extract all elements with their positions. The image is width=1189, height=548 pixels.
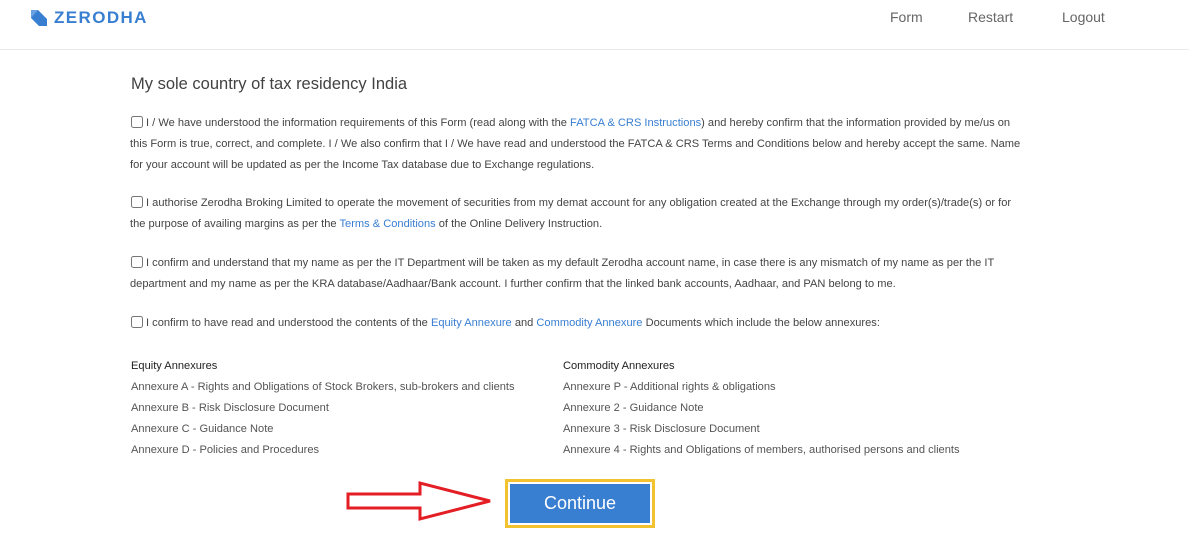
nav-logout-link[interactable]: Logout bbox=[1062, 9, 1105, 25]
commodity-annexures-heading: Commodity Annexures bbox=[563, 360, 675, 372]
fatca-checkbox[interactable] bbox=[131, 116, 143, 128]
declaration-text: I confirm and understand that my name as… bbox=[130, 257, 995, 290]
declaration-fatca: I / We have understood the information r… bbox=[130, 113, 1025, 176]
commodity-annexures-list: Commodity Annexures Annexure P - Additio… bbox=[563, 356, 960, 461]
list-item: Annexure A - Rights and Obligations of S… bbox=[131, 381, 515, 393]
continue-highlight: Continue bbox=[505, 479, 655, 528]
ddpi-checkbox[interactable] bbox=[131, 196, 143, 208]
declaration-text: Documents which include the below annexu… bbox=[642, 317, 880, 329]
declaration-annexures: I confirm to have read and understood th… bbox=[130, 313, 1025, 334]
nav-restart-link[interactable]: Restart bbox=[968, 9, 1013, 25]
list-item: Annexure 3 - Risk Disclosure Document bbox=[563, 423, 760, 435]
list-item: Annexure C - Guidance Note bbox=[131, 423, 274, 435]
equity-annexures-list: Equity Annexures Annexure A - Rights and… bbox=[131, 356, 515, 461]
continue-button[interactable]: Continue bbox=[510, 484, 650, 523]
declaration-text: I / We have understood the information r… bbox=[146, 117, 571, 129]
annexure-checkbox[interactable] bbox=[131, 316, 143, 328]
arrow-right-icon bbox=[346, 481, 491, 521]
page-title: My sole country of tax residency India bbox=[131, 75, 408, 93]
list-item: Annexure B - Risk Disclosure Document bbox=[131, 402, 329, 414]
declaration-name: I confirm and understand that my name as… bbox=[130, 253, 1025, 295]
header: ZERODHA Form Restart Logout bbox=[0, 0, 1189, 50]
list-item: Annexure 4 - Rights and Obligations of m… bbox=[563, 444, 960, 456]
list-item: Annexure P - Additional rights & obligat… bbox=[563, 381, 776, 393]
declaration-text: and bbox=[511, 317, 537, 329]
fatca-crs-instructions-link[interactable]: FATCA & CRS Instructions bbox=[570, 117, 701, 129]
equity-annexure-link[interactable]: Equity Annexure bbox=[431, 317, 512, 329]
list-item: Annexure D - Policies and Procedures bbox=[131, 444, 320, 456]
brand-logo[interactable]: ZERODHA bbox=[31, 8, 148, 28]
terms-conditions-link[interactable]: Terms & Conditions bbox=[339, 218, 435, 230]
name-confirm-checkbox[interactable] bbox=[131, 256, 143, 268]
equity-annexures-heading: Equity Annexures bbox=[131, 360, 218, 372]
commodity-annexure-link[interactable]: Commodity Annexure bbox=[536, 317, 642, 329]
declaration-text: I confirm to have read and understood th… bbox=[146, 317, 431, 329]
brand-name: ZERODHA bbox=[54, 8, 148, 27]
declaration-text: of the Online Delivery Instruction. bbox=[435, 218, 603, 230]
list-item: Annexure 2 - Guidance Note bbox=[563, 402, 704, 414]
zerodha-logo-icon bbox=[31, 10, 47, 26]
nav-form-link[interactable]: Form bbox=[890, 9, 923, 25]
declaration-ddpi: I authorise Zerodha Broking Limited to o… bbox=[130, 193, 1025, 235]
